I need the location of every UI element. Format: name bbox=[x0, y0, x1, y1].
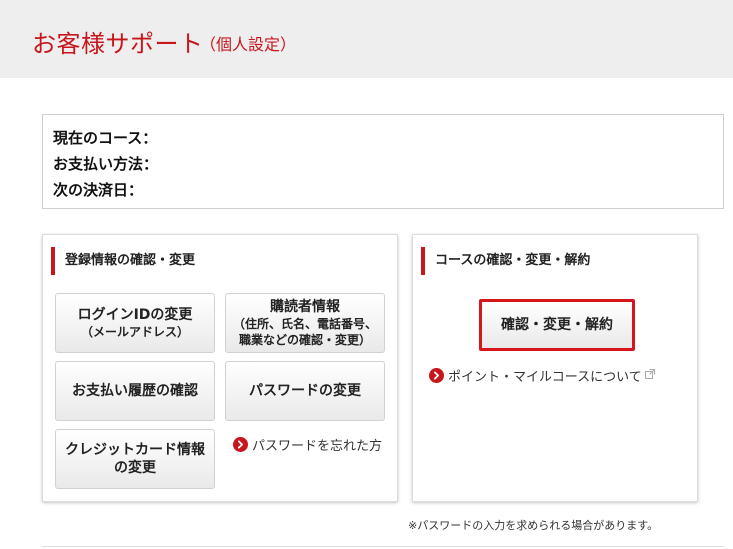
change-login-id-button[interactable]: ログインIDの変更 （メールアドレス） bbox=[55, 293, 215, 353]
point-mile-course-link[interactable]: ポイント・マイルコースについて bbox=[429, 366, 655, 385]
page-title: お客様サポート bbox=[32, 30, 204, 58]
course-heading: コースの確認・変更・解約 bbox=[421, 247, 590, 275]
account-info-box: 現在のコース： お支払い方法： 次の決済日： bbox=[42, 114, 724, 209]
next-payment-date-label: 次の決済日： bbox=[53, 181, 144, 199]
payment-method-label: お支払い方法： bbox=[53, 155, 159, 173]
change-credit-card-label-2: の変更 bbox=[114, 460, 156, 476]
password-note: ※パスワードの入力を求められる場合があります。 bbox=[408, 519, 659, 532]
bottom-divider bbox=[42, 546, 724, 547]
page-subtitle: （個人設定） bbox=[200, 35, 297, 54]
course-panel: コースの確認・変更・解約 確認・変更・解約 ポイント・マイルコースについて bbox=[412, 234, 698, 502]
change-credit-card-label: クレジットカード情報 bbox=[65, 442, 205, 458]
chevron-right-circle-icon bbox=[233, 437, 248, 452]
payment-history-button[interactable]: お支払い履歴の確認 bbox=[55, 361, 215, 421]
chevron-right-circle-icon bbox=[429, 368, 444, 383]
reader-info-sublabel-2: 職業などの確認・変更） bbox=[238, 333, 371, 347]
reader-info-sublabel-1: （住所、氏名、電話番号、 bbox=[232, 317, 377, 331]
forgot-password-label: パスワードを忘れた方 bbox=[252, 439, 383, 454]
change-password-button[interactable]: パスワードの変更 bbox=[225, 361, 385, 421]
forgot-password-link[interactable]: パスワードを忘れた方 bbox=[233, 435, 382, 454]
page-header: お客様サポート （個人設定） bbox=[0, 0, 733, 78]
registration-heading: 登録情報の確認・変更 bbox=[51, 247, 195, 275]
change-credit-card-button[interactable]: クレジットカード情報 の変更 bbox=[55, 429, 215, 489]
change-login-id-label: ログインIDの変更 bbox=[77, 307, 193, 323]
external-link-icon bbox=[644, 368, 655, 383]
course-manage-button[interactable]: 確認・変更・解約 bbox=[479, 299, 635, 351]
reader-info-button[interactable]: 購読者情報 （住所、氏名、電話番号、 職業などの確認・変更） bbox=[225, 293, 385, 353]
current-course-label: 現在のコース： bbox=[53, 129, 158, 147]
course-manage-label: 確認・変更・解約 bbox=[501, 317, 613, 333]
change-password-label: パスワードの変更 bbox=[249, 383, 361, 399]
point-mile-course-label: ポイント・マイルコースについて bbox=[448, 370, 642, 385]
reader-info-label: 購読者情報 bbox=[270, 299, 340, 315]
registration-panel: 登録情報の確認・変更 ログインIDの変更 （メールアドレス） 購読者情報 （住所… bbox=[42, 234, 398, 502]
payment-history-label: お支払い履歴の確認 bbox=[72, 383, 198, 399]
change-login-id-sublabel: （メールアドレス） bbox=[80, 325, 189, 339]
